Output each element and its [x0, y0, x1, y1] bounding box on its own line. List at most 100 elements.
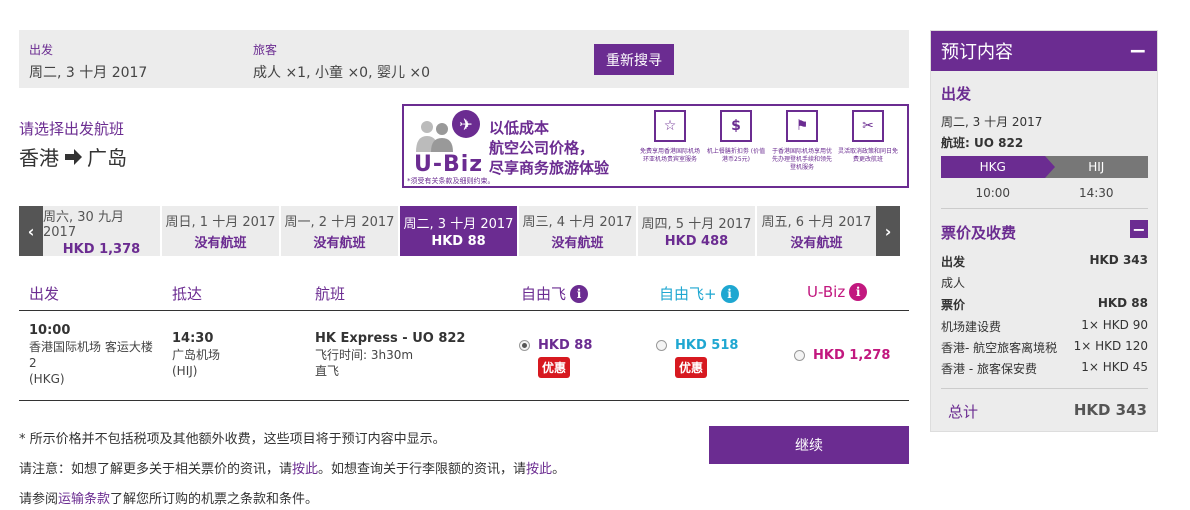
destination-city: 广岛	[87, 146, 127, 170]
date-tab-date: 周日, 1 十月 2017	[165, 215, 276, 230]
note-text: 。	[552, 462, 566, 477]
depart-date-field: 出发 周二, 3 十月 2017	[29, 41, 147, 82]
flight-number: HK Express - UO 822	[315, 331, 466, 346]
fee-label: 香港 - 旅客保安费	[941, 362, 1037, 376]
header-fare-fly-plus-label: 自由飞+	[659, 285, 717, 303]
arrival-airport: 广岛机场	[172, 348, 221, 362]
date-tab-selected[interactable]: 周二, 3 十月 2017 HKD 88	[400, 206, 519, 256]
fee-value: 1× HKD 45	[1081, 360, 1148, 374]
date-tab-price: HKD 488	[664, 234, 729, 249]
info-icon[interactable]: i	[849, 283, 868, 301]
fare-option-fly-plus[interactable]: HKD 518 优惠	[656, 338, 738, 378]
date-tab[interactable]: 周五, 6 十月 2017 没有航班	[757, 206, 876, 256]
continue-button[interactable]: 继续	[709, 426, 909, 464]
fee-row: 机场建设费 1× HKD 90	[941, 318, 1148, 335]
date-tab[interactable]: 周三, 4 十月 2017 没有航班	[519, 206, 638, 256]
header-fare-ubiz: U-Biz i	[807, 283, 868, 301]
fee-value: 1× HKD 90	[1081, 318, 1148, 332]
ubiz-feature-text: 灵活取消政策和同日免费更改航班	[838, 148, 899, 163]
collapse-fare-icon[interactable]: −	[1130, 220, 1148, 239]
research-button[interactable]: 重新搜寻	[594, 44, 674, 75]
total-value: HKD 343	[1073, 401, 1147, 419]
prev-dates-button[interactable]: ‹	[19, 206, 43, 256]
summary-arr-time: 14:30	[1078, 186, 1114, 200]
note-text: 请参阅	[19, 492, 59, 507]
summary-fare-value: HKD 88	[1097, 296, 1148, 310]
summary-flight-no: UO 822	[974, 136, 1024, 150]
fare-fly-content: HKD 88 优惠	[538, 338, 592, 378]
date-tab[interactable]: 周六, 30 九月 2017 HKD 1,378	[43, 206, 162, 257]
ubiz-headline-1: 以低成本	[489, 119, 550, 137]
date-tab[interactable]: 周四, 5 十月 2017 HKD 488	[638, 206, 757, 256]
next-dates-button[interactable]: ›	[876, 206, 900, 256]
date-tab-date: 周一, 2 十月 2017	[284, 215, 395, 230]
header-arrive: 抵达	[172, 285, 203, 303]
arrow-right-icon	[65, 148, 82, 165]
duration-label: 飞行时间:	[315, 348, 368, 362]
booking-summary: 预订内容 − 出发 周二, 3 十月 2017 航班: UO 822 HKG H…	[930, 30, 1158, 432]
fare-rules-link[interactable]: 按此	[292, 462, 318, 477]
flexibility-icon: ✂	[852, 110, 884, 142]
fare-fly-plus-price: HKD 518	[675, 338, 739, 353]
fare-radio-ubiz[interactable]	[794, 350, 805, 361]
depart-label: 出发	[29, 43, 54, 57]
fare-radio-fly[interactable]	[519, 340, 530, 351]
passenger-field: 旅客 成人 ×1, 小童 ×0, 婴儿 ×0	[253, 41, 430, 82]
date-tab-date: 周四, 5 十月 2017	[641, 217, 752, 232]
info-icon[interactable]: i	[720, 284, 739, 303]
header-fare-ubiz-label: U-Biz	[807, 283, 846, 301]
summary-times: 10:00 14:30	[941, 186, 1148, 200]
fare-option-fly[interactable]: HKD 88 优惠	[519, 338, 592, 378]
ubiz-banner[interactable]: ✈ U-Biz *须受有关条款及细则约束。 以低成本 航空公司价格， 尽享商务旅…	[402, 104, 909, 188]
date-tab-price: HKD 1,378	[62, 241, 141, 257]
fare-radio-fly-plus[interactable]	[656, 340, 667, 351]
departure-code: (HKG)	[29, 372, 65, 386]
ubiz-headline-3: 尽享商务旅游体验	[489, 159, 610, 177]
depart-heading: 出发	[941, 85, 972, 103]
collapse-icon[interactable]: −	[1129, 39, 1147, 64]
summary-depart-label: 出发	[941, 255, 966, 269]
departure-time: 10:00	[29, 323, 71, 338]
summary-from: HKG	[941, 156, 1054, 178]
header-flight: 航班	[315, 285, 346, 303]
baggage-link[interactable]: 按此	[526, 462, 552, 477]
lounge-icon: ☆	[654, 110, 686, 142]
date-tab-price: 没有航班	[790, 236, 843, 251]
summary-flight-label: 航班:	[941, 136, 970, 150]
date-tab[interactable]: 周日, 1 十月 2017 没有航班	[162, 206, 281, 256]
promo-badge: 优惠	[675, 357, 708, 378]
summary-to: HIJ	[1044, 156, 1148, 178]
flight-stops: 直飞	[315, 364, 340, 378]
header-fare-fly: 自由飞 i	[521, 283, 589, 304]
summary-adult: 成人	[941, 276, 966, 290]
fee-label: 香港- 航空旅客离境税	[941, 341, 1058, 355]
terms-link[interactable]: 运输条款	[58, 492, 110, 507]
arrival-code: (HIJ)	[172, 364, 198, 378]
header-fare-fly-plus: 自由飞+ i	[659, 283, 739, 304]
fare-option-ubiz[interactable]: HKD 1,278	[794, 348, 890, 363]
date-tab-date: 周二, 3 十月 2017	[403, 217, 514, 232]
date-selector: ‹ 周六, 30 九月 2017 HKD 1,378 周日, 1 十月 2017…	[19, 206, 900, 257]
ubiz-feature-priority: ⚑ 于香港国际机场享用优先办理登机手续和领先登机服务	[772, 110, 832, 172]
terms-note: 请参阅运输条款了解您所订购的机票之条款和条件。	[19, 488, 318, 507]
fee-row: 香港- 航空旅客离境税 1× HKD 120	[941, 339, 1148, 356]
table-divider	[19, 310, 909, 311]
divider	[941, 388, 1148, 389]
summary-date: 周二, 3 十月 2017	[941, 115, 1043, 129]
info-icon[interactable]: i	[570, 284, 589, 303]
header-fare-fly-label: 自由飞	[521, 285, 567, 303]
date-tab-date: 周五, 6 十月 2017	[761, 215, 872, 230]
total-label: 总计	[948, 403, 979, 421]
date-tab-date: 周三, 4 十月 2017	[522, 215, 633, 230]
price-note: * 所示价格并不包括税项及其他额外收费，这些项目将于预订内容中显示。	[19, 432, 446, 447]
route-heading: 香港 广岛	[19, 142, 127, 171]
depart-value: 周二, 3 十月 2017	[29, 65, 148, 81]
summary-depart-total: HKD 343	[1089, 253, 1148, 267]
departure-cell: 10:00 香港国际机场 客运大楼 2 (HKG)	[29, 323, 154, 387]
date-tab-date: 周六, 30 九月 2017	[43, 209, 124, 240]
fee-value: 1× HKD 120	[1073, 339, 1148, 353]
date-tab[interactable]: 周一, 2 十月 2017 没有航班	[281, 206, 400, 256]
origin-city: 香港	[19, 146, 59, 170]
note-text: 。如想查询关于行李限额的资讯，请	[318, 462, 527, 477]
departure-airport: 香港国际机场 客运大楼 2	[29, 340, 153, 370]
